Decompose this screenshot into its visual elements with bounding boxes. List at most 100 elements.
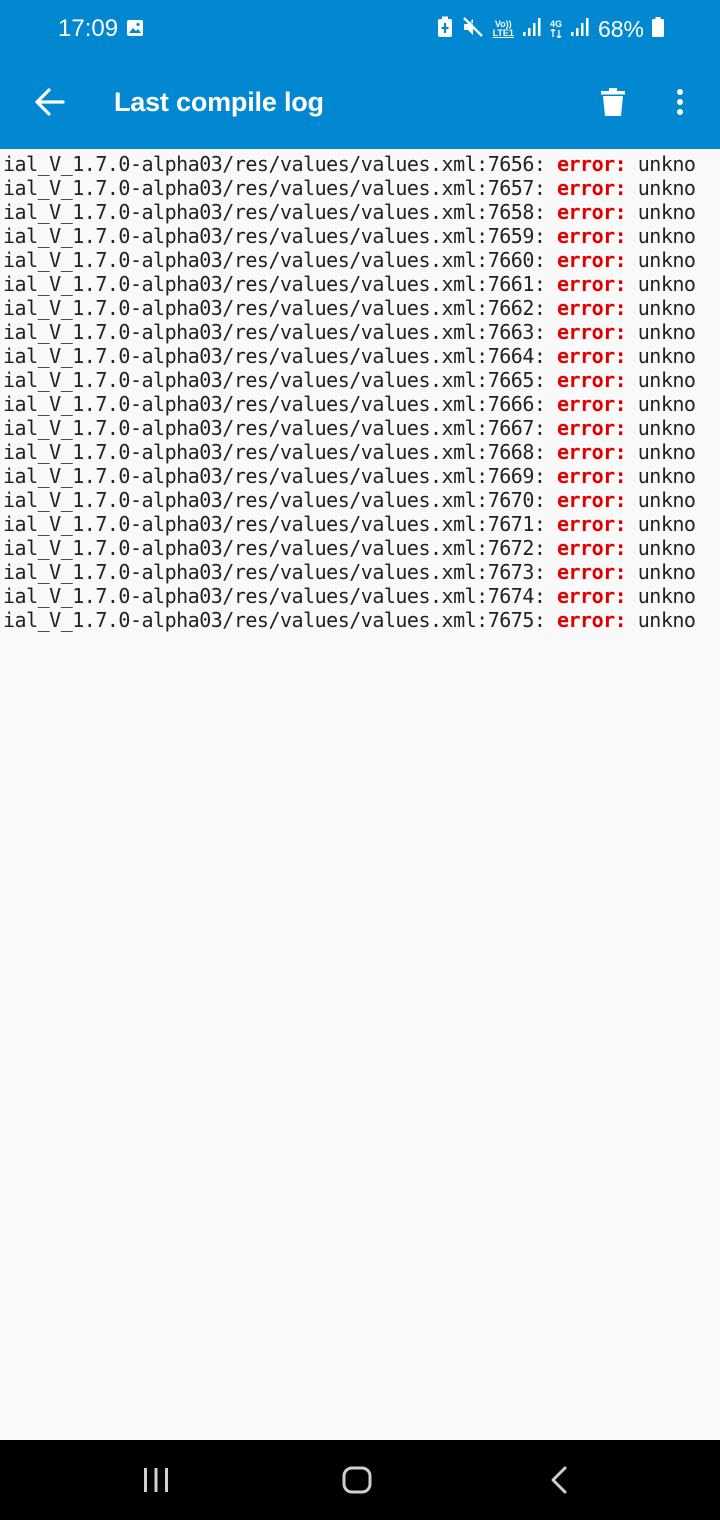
home-icon bbox=[342, 1466, 372, 1494]
log-location: ial_V_1.7.0-alpha03/res/values/values.xm… bbox=[3, 224, 557, 248]
log-location: ial_V_1.7.0-alpha03/res/values/values.xm… bbox=[3, 248, 557, 272]
log-message: unkno bbox=[626, 224, 696, 248]
back-button[interactable] bbox=[26, 78, 74, 126]
log-location: ial_V_1.7.0-alpha03/res/values/values.xm… bbox=[3, 272, 557, 296]
log-location: ial_V_1.7.0-alpha03/res/values/values.xm… bbox=[3, 200, 557, 224]
log-message: unkno bbox=[626, 584, 696, 608]
log-location: ial_V_1.7.0-alpha03/res/values/values.xm… bbox=[3, 368, 557, 392]
log-location: ial_V_1.7.0-alpha03/res/values/values.xm… bbox=[3, 416, 557, 440]
log-message: unkno bbox=[626, 608, 696, 632]
recent-apps-button[interactable] bbox=[128, 1452, 184, 1508]
log-line: ial_V_1.7.0-alpha03/res/values/values.xm… bbox=[3, 200, 696, 224]
log-location: ial_V_1.7.0-alpha03/res/values/values.xm… bbox=[3, 320, 557, 344]
compile-log-view[interactable]: ial_V_1.7.0-alpha03/res/values/values.xm… bbox=[0, 149, 720, 1440]
mute-icon bbox=[461, 15, 485, 43]
arrow-back-icon bbox=[35, 88, 65, 116]
log-line: ial_V_1.7.0-alpha03/res/values/values.xm… bbox=[3, 536, 696, 560]
trash-icon bbox=[601, 88, 625, 116]
log-message: unkno bbox=[626, 320, 696, 344]
log-line: ial_V_1.7.0-alpha03/res/values/values.xm… bbox=[3, 296, 696, 320]
4g-icon: 4G bbox=[550, 20, 562, 38]
status-icons: Vo)) LTE1 4G 68% bbox=[437, 13, 664, 45]
signal-icon bbox=[570, 17, 590, 42]
4g-label: 4G bbox=[549, 19, 562, 29]
log-location: ial_V_1.7.0-alpha03/res/values/values.xm… bbox=[3, 608, 557, 632]
log-error-label: error: bbox=[556, 248, 627, 272]
data-arrows-icon bbox=[550, 29, 562, 38]
log-error-label: error: bbox=[556, 392, 627, 416]
log-error-label: error: bbox=[556, 464, 627, 488]
navigation-bar bbox=[0, 1440, 720, 1520]
log-error-label: error: bbox=[556, 488, 627, 512]
log-message: unkno bbox=[626, 272, 696, 296]
gallery-icon bbox=[126, 19, 144, 37]
nav-back-button[interactable] bbox=[531, 1452, 587, 1508]
log-line: ial_V_1.7.0-alpha03/res/values/values.xm… bbox=[3, 224, 696, 248]
log-message: unkno bbox=[626, 344, 696, 368]
log-message: unkno bbox=[626, 392, 696, 416]
log-line: ial_V_1.7.0-alpha03/res/values/values.xm… bbox=[3, 560, 696, 584]
log-line: ial_V_1.7.0-alpha03/res/values/values.xm… bbox=[3, 152, 696, 176]
log-line: ial_V_1.7.0-alpha03/res/values/values.xm… bbox=[3, 464, 696, 488]
battery-percent: 68% bbox=[597, 16, 644, 42]
log-line: ial_V_1.7.0-alpha03/res/values/values.xm… bbox=[3, 176, 696, 200]
status-time: 17:09 bbox=[58, 15, 119, 42]
log-error-label: error: bbox=[556, 176, 627, 200]
log-error-label: error: bbox=[556, 536, 627, 560]
log-line: ial_V_1.7.0-alpha03/res/values/values.xm… bbox=[3, 440, 696, 464]
page-title: Last compile log bbox=[114, 87, 324, 117]
log-line: ial_V_1.7.0-alpha03/res/values/values.xm… bbox=[3, 320, 696, 344]
log-error-label: error: bbox=[556, 152, 627, 176]
log-line: ial_V_1.7.0-alpha03/res/values/values.xm… bbox=[3, 368, 696, 392]
log-location: ial_V_1.7.0-alpha03/res/values/values.xm… bbox=[3, 536, 557, 560]
battery-icon bbox=[652, 16, 664, 42]
log-error-label: error: bbox=[556, 608, 627, 632]
home-button[interactable] bbox=[329, 1452, 385, 1508]
recent-apps-icon bbox=[144, 1468, 168, 1492]
log-location: ial_V_1.7.0-alpha03/res/values/values.xm… bbox=[3, 464, 557, 488]
log-line: ial_V_1.7.0-alpha03/res/values/values.xm… bbox=[3, 584, 696, 608]
log-message: unkno bbox=[626, 248, 696, 272]
log-error-label: error: bbox=[556, 320, 627, 344]
compile-log-screen: 17:09 Vo)) LTE1 4G 68% Last compile log … bbox=[0, 0, 720, 1520]
log-location: ial_V_1.7.0-alpha03/res/values/values.xm… bbox=[3, 512, 557, 536]
log-message: unkno bbox=[626, 176, 696, 200]
log-error-label: error: bbox=[556, 296, 627, 320]
delete-log-button[interactable] bbox=[589, 78, 637, 126]
back-icon bbox=[551, 1466, 567, 1494]
battery-saver-icon bbox=[437, 16, 453, 43]
log-message: unkno bbox=[626, 152, 696, 176]
log-error-label: error: bbox=[556, 200, 627, 224]
lte-label: LTE1 bbox=[492, 28, 514, 38]
log-error-label: error: bbox=[556, 440, 627, 464]
log-line: ial_V_1.7.0-alpha03/res/values/values.xm… bbox=[3, 248, 696, 272]
log-message: unkno bbox=[626, 368, 696, 392]
log-error-label: error: bbox=[556, 512, 627, 536]
log-message: unkno bbox=[626, 440, 696, 464]
log-location: ial_V_1.7.0-alpha03/res/values/values.xm… bbox=[3, 392, 557, 416]
log-line: ial_V_1.7.0-alpha03/res/values/values.xm… bbox=[3, 608, 696, 632]
log-message: unkno bbox=[626, 296, 696, 320]
app-bar: Last compile log bbox=[0, 56, 720, 149]
log-line: ial_V_1.7.0-alpha03/res/values/values.xm… bbox=[3, 488, 696, 512]
log-line: ial_V_1.7.0-alpha03/res/values/values.xm… bbox=[3, 416, 696, 440]
log-location: ial_V_1.7.0-alpha03/res/values/values.xm… bbox=[3, 560, 557, 584]
log-location: ial_V_1.7.0-alpha03/res/values/values.xm… bbox=[3, 176, 557, 200]
more-options-button[interactable] bbox=[656, 78, 704, 126]
log-error-label: error: bbox=[556, 416, 627, 440]
log-message: unkno bbox=[626, 464, 696, 488]
volte-icon: Vo)) LTE1 bbox=[493, 20, 514, 38]
log-location: ial_V_1.7.0-alpha03/res/values/values.xm… bbox=[3, 344, 557, 368]
log-error-label: error: bbox=[556, 584, 627, 608]
log-message: unkno bbox=[626, 488, 696, 512]
log-message: unkno bbox=[626, 512, 696, 536]
log-line: ial_V_1.7.0-alpha03/res/values/values.xm… bbox=[3, 272, 696, 296]
log-message: unkno bbox=[626, 416, 696, 440]
log-location: ial_V_1.7.0-alpha03/res/values/values.xm… bbox=[3, 152, 557, 176]
log-location: ial_V_1.7.0-alpha03/res/values/values.xm… bbox=[3, 296, 557, 320]
log-location: ial_V_1.7.0-alpha03/res/values/values.xm… bbox=[3, 488, 557, 512]
log-line: ial_V_1.7.0-alpha03/res/values/values.xm… bbox=[3, 344, 696, 368]
log-error-label: error: bbox=[556, 344, 627, 368]
log-error-label: error: bbox=[556, 224, 627, 248]
log-message: unkno bbox=[626, 536, 696, 560]
